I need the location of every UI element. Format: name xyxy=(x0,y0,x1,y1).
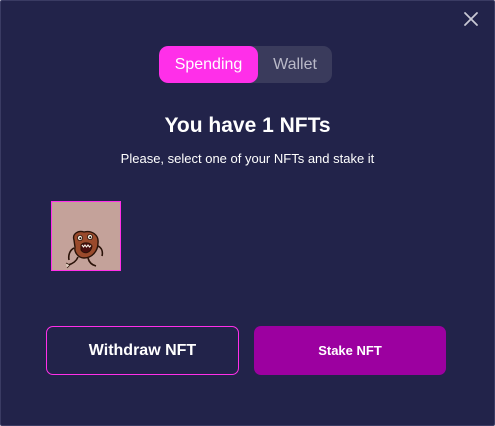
page-subtitle: Please, select one of your NFTs and stak… xyxy=(120,151,375,166)
toggle-wallet[interactable]: Wallet xyxy=(258,46,332,83)
stake-nft-modal: Spending Wallet You have 1 NFTs Please, … xyxy=(0,0,495,426)
spending-wallet-toggle: Spending Wallet xyxy=(159,46,332,83)
close-icon xyxy=(464,12,478,26)
withdraw-nft-button[interactable]: Withdraw NFT xyxy=(46,326,239,375)
stake-nft-button[interactable]: Stake NFT xyxy=(254,326,446,375)
toggle-spending[interactable]: Spending xyxy=(159,46,258,83)
page-title: You have 1 NFTs xyxy=(164,114,331,137)
nft-card[interactable] xyxy=(51,201,121,271)
nft-monster-image xyxy=(52,202,120,270)
close-button[interactable] xyxy=(462,10,480,28)
